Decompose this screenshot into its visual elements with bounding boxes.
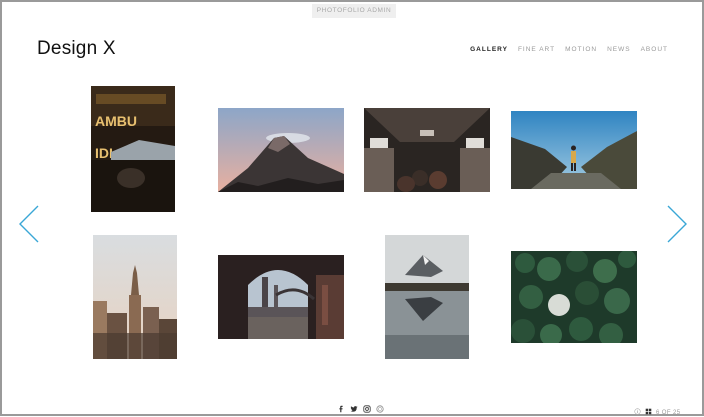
nav-item-gallery[interactable]: GALLERY [470,46,508,53]
gallery-photo-bridge[interactable] [218,255,344,339]
nav-item-motion[interactable]: MOTION [565,46,597,53]
instagram-icon[interactable] [362,404,371,413]
circle-icon[interactable] [375,404,384,413]
gallery-photo-hiker[interactable] [511,111,637,189]
gallery-photo-skyline[interactable] [93,235,177,359]
nav-item-fine-art[interactable]: FINE ART [518,46,555,53]
counter-text: 6 OF 25 [656,409,681,416]
twitter-icon[interactable] [349,404,358,413]
site-logo[interactable]: Design X [37,38,116,60]
gallery-photo-train[interactable] [364,108,490,192]
next-arrow-icon[interactable] [666,204,688,244]
gallery-photo-forest[interactable] [511,251,637,343]
main-nav: GALLERY FINE ART MOTION NEWS ABOUT [470,46,668,53]
nav-item-news[interactable]: NEWS [607,46,631,53]
facebook-icon[interactable] [336,404,345,413]
page-frame: PHOTOFOLIO ADMIN Design X GALLERY FINE A… [0,0,704,416]
gallery-photo-mountain[interactable] [218,108,344,192]
gallery-photo-city-night[interactable]: AMBU IDL [91,86,175,212]
prev-arrow-icon[interactable] [18,204,40,244]
social-links [336,404,384,413]
gallery-photo-misty-lake[interactable] [385,235,469,359]
admin-tab[interactable]: PHOTOFOLIO ADMIN [312,4,396,18]
nav-item-about[interactable]: ABOUT [641,46,668,53]
svg-text:AMBU: AMBU [95,113,137,129]
